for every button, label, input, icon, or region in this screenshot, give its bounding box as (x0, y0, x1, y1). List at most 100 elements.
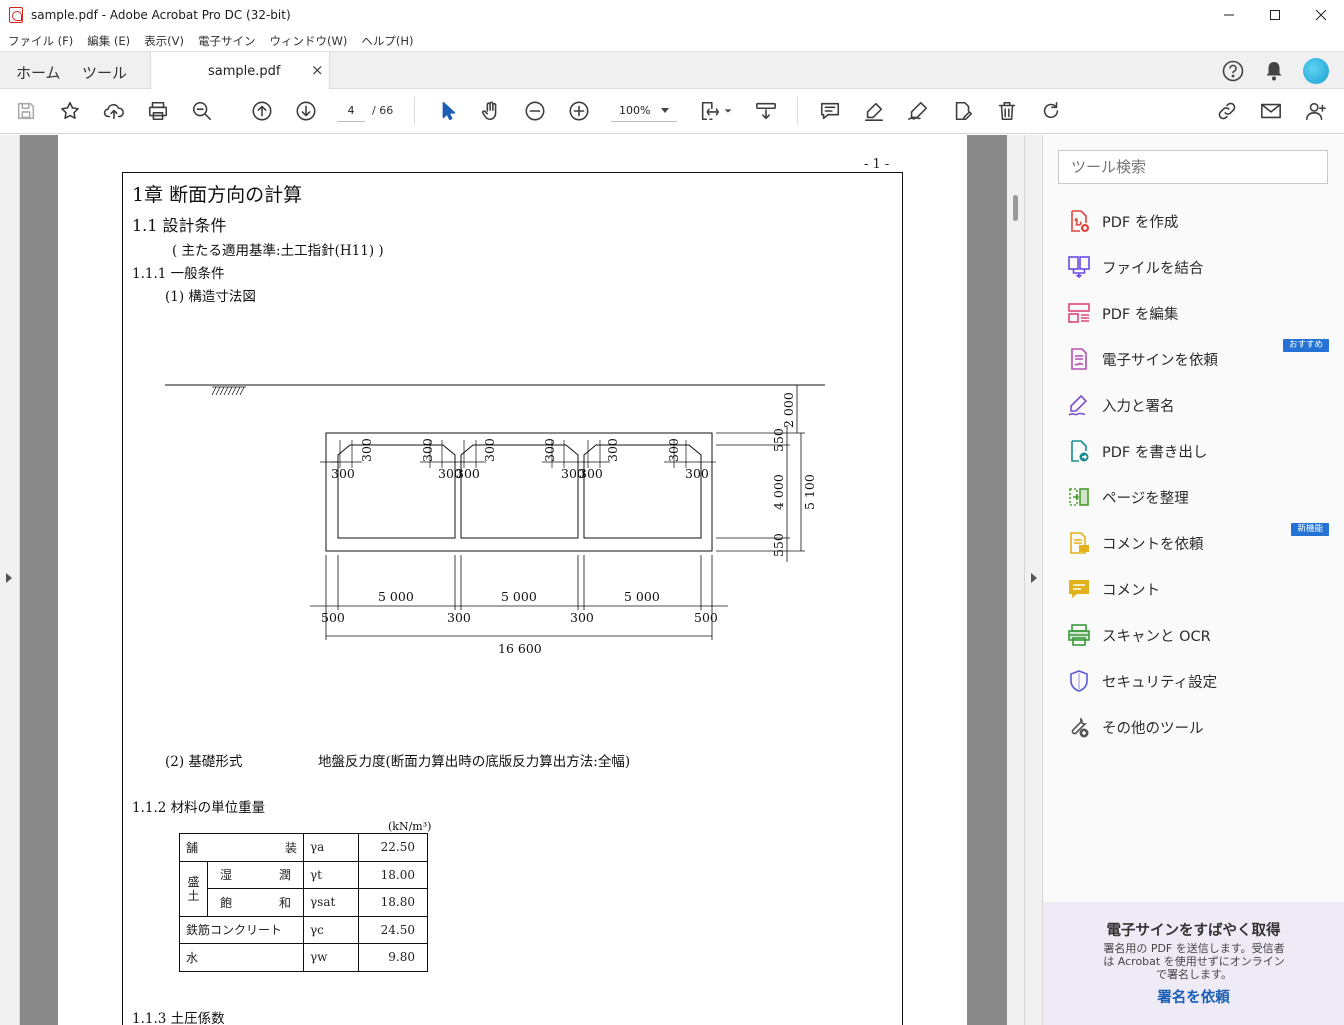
tool-request-comment[interactable]: コメントを依頼 (1067, 528, 1204, 558)
scrollbar-thumb[interactable] (1013, 195, 1018, 221)
table-row: 水 γw 9.80 (179, 943, 428, 972)
security-icon (1067, 669, 1091, 693)
unit-label: (kN/m³) (388, 820, 432, 833)
tool-organize-pages[interactable]: ページを整理 (1067, 482, 1189, 512)
tab-home[interactable]: ホーム (16, 62, 61, 83)
right-pane-toggle[interactable] (1024, 135, 1043, 1025)
tab-bar: ホーム ツール sample.pdf × (0, 51, 1344, 90)
value-cell: 18.80 (358, 888, 428, 917)
edit-document-icon[interactable] (951, 99, 975, 123)
page-fit-chevron-icon[interactable] (722, 99, 734, 123)
table-row: 盛土 湿 潤 γt 18.00 (179, 860, 428, 917)
acrobat-app-icon (9, 7, 23, 23)
item-foundation-label: (2) 基礎形式 (165, 754, 243, 770)
tool-security[interactable]: セキュリティ設定 (1067, 666, 1217, 696)
tool-combine-files[interactable]: ファイルを結合 (1067, 252, 1204, 282)
menu-view[interactable]: 表示(V) (144, 33, 184, 49)
tool-edit-pdf[interactable]: PDF を編集 (1067, 298, 1178, 328)
scan-ocr-icon (1067, 623, 1091, 647)
share-link-icon[interactable] (1215, 99, 1239, 123)
window-controls (1206, 0, 1344, 30)
notification-bell-icon[interactable] (1263, 59, 1285, 83)
promo-description: 署名用の PDF を送信します。受信者は Acrobat を使用せずにオンライン… (1103, 942, 1285, 981)
tool-label: セキュリティ設定 (1102, 674, 1218, 691)
page-fit-icon[interactable] (698, 99, 722, 123)
zoom-level-select[interactable]: 100% (611, 100, 677, 122)
rotate-icon[interactable] (1039, 99, 1063, 123)
symbol-cell: γc (303, 915, 359, 944)
main-toolbar: / 66 100% (0, 89, 1344, 134)
tab-document-label: sample.pdf (208, 64, 281, 79)
tool-scan-ocr[interactable]: スキャンと OCR (1067, 620, 1211, 650)
maximize-button[interactable] (1252, 0, 1298, 30)
print-icon[interactable] (146, 99, 170, 123)
minimize-icon (1224, 14, 1234, 16)
email-icon[interactable] (1259, 99, 1283, 123)
next-page-icon[interactable] (294, 99, 318, 123)
tab-tools[interactable]: ツール (82, 62, 127, 83)
close-icon (1315, 9, 1327, 21)
user-avatar[interactable] (1303, 58, 1329, 84)
symbol-cell: γsat (303, 888, 359, 917)
menu-edit[interactable]: 編集 (E) (87, 33, 130, 49)
tool-fill-sign[interactable]: 入力と署名 (1067, 390, 1175, 420)
section-heading: 1.1 設計条件 (132, 216, 227, 235)
cloud-upload-icon[interactable] (102, 99, 126, 123)
tool-search-input[interactable] (1058, 150, 1328, 184)
tools-pane: PDF を作成 ファイルを結合 PDF を編集 電子サインを依頼 おすすめ 入力… (1043, 135, 1344, 1025)
menu-esign[interactable]: 電子サイン (198, 33, 256, 49)
sign-pen-icon[interactable] (906, 99, 930, 123)
tool-comment[interactable]: コメント (1067, 574, 1160, 604)
request-signature-link[interactable]: 署名を依頼 (1043, 986, 1344, 1007)
save-icon[interactable] (14, 99, 38, 123)
edit-pdf-icon (1067, 301, 1091, 325)
minimize-button[interactable] (1206, 0, 1252, 30)
bookmark-star-icon[interactable] (58, 99, 82, 123)
recommended-badge: おすすめ (1282, 339, 1329, 352)
close-window-button[interactable] (1298, 0, 1344, 30)
add-comment-icon[interactable] (818, 99, 842, 123)
zoom-level-value: 100% (619, 104, 651, 117)
tool-request-signature[interactable]: 電子サインを依頼 (1067, 344, 1218, 374)
tool-label: PDF を編集 (1102, 306, 1179, 323)
zoom-search-icon[interactable] (190, 99, 214, 123)
vertical-scrollbar[interactable] (1007, 135, 1024, 1025)
menu-help[interactable]: ヘルプ(H) (361, 33, 413, 49)
value-cell: 9.80 (358, 943, 428, 972)
add-user-icon[interactable] (1304, 99, 1328, 123)
export-pdf-icon (1067, 439, 1091, 463)
left-nav-pane-toggle[interactable] (0, 135, 20, 1025)
subsection-earth-pressure: 1.1.3 土圧係数 (132, 1011, 225, 1025)
previous-page-icon[interactable] (250, 99, 274, 123)
combine-files-icon (1067, 255, 1091, 279)
scroll-mode-icon[interactable] (754, 99, 778, 123)
tab-document[interactable]: sample.pdf × (150, 52, 330, 90)
table-row: 鉄筋コンクリート γc 24.50 (179, 915, 428, 944)
tool-create-pdf[interactable]: PDF を作成 (1067, 206, 1178, 236)
help-icon[interactable] (1221, 59, 1245, 83)
tool-label: コメントを依頼 (1102, 536, 1204, 553)
request-comment-icon (1067, 531, 1091, 555)
material-cell: 鉄筋コンクリート (179, 915, 304, 944)
promo-title: 電子サインをすばやく取得 (1106, 923, 1281, 939)
item-foundation-value: 地盤反力度(断面力算出時の底版反力算出方法:全幅) (318, 754, 631, 770)
tool-label: ファイルを結合 (1102, 260, 1204, 277)
select-cursor-icon[interactable] (436, 99, 460, 123)
zoom-out-icon[interactable] (523, 99, 547, 123)
request-signature-icon (1067, 347, 1091, 371)
zoom-in-icon[interactable] (567, 99, 591, 123)
page-number-input[interactable] (337, 100, 365, 122)
toolbar-divider (797, 97, 798, 125)
delete-trash-icon[interactable] (995, 99, 1019, 123)
highlight-pen-icon[interactable] (862, 99, 886, 123)
tool-export-pdf[interactable]: PDF を書き出し (1067, 436, 1207, 466)
page-total: / 66 (372, 104, 394, 117)
hand-tool-icon[interactable] (479, 99, 503, 123)
tool-more-tools[interactable]: その他のツール (1067, 712, 1204, 742)
chevron-right-icon (6, 573, 12, 583)
tab-close-icon[interactable]: × (311, 61, 324, 79)
menu-window[interactable]: ウィンドウ(W) (270, 33, 348, 49)
fill-sign-icon (1067, 393, 1091, 417)
menu-file[interactable]: ファイル (F) (8, 33, 73, 49)
value-cell: 22.50 (358, 833, 428, 862)
